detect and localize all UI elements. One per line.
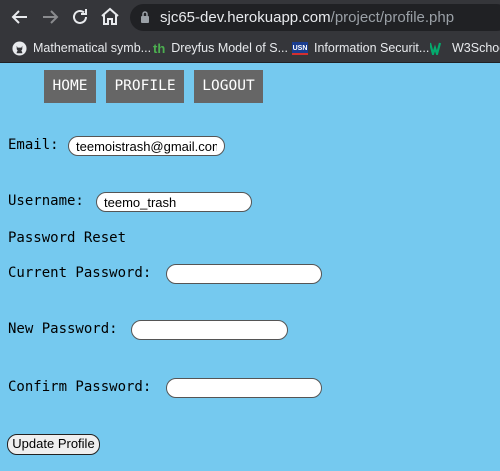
forward-arrow-icon[interactable]	[38, 5, 62, 29]
bookmark-label: Information Securit...	[314, 41, 430, 55]
github-icon	[12, 41, 27, 56]
bookmark-w3schools[interactable]: W3Schools	[430, 34, 500, 62]
back-arrow-icon[interactable]	[8, 5, 32, 29]
bookmark-label: Dreyfus Model of S...	[171, 41, 288, 55]
usn-icon: USN	[292, 42, 308, 56]
browser-toolbar: sjc65-dev.herokuapp.com/project/profile.…	[0, 0, 500, 34]
password-reset-heading: Password Reset	[8, 230, 127, 246]
bookmark-label: W3Schools	[452, 41, 500, 55]
current-password-field[interactable]	[166, 264, 322, 284]
nav-logout-link[interactable]: LOGOUT	[194, 70, 263, 103]
current-password-label: Current Password:	[8, 265, 152, 281]
home-icon[interactable]	[98, 5, 122, 29]
reload-icon[interactable]	[68, 5, 92, 29]
lock-icon	[141, 11, 149, 23]
nav-home-link[interactable]: HOME	[44, 70, 96, 103]
username-field[interactable]	[96, 192, 252, 212]
url-path: /project/profile.php	[330, 9, 455, 26]
confirm-password-label: Confirm Password:	[8, 379, 152, 395]
w3schools-icon	[430, 42, 442, 56]
username-label: Username:	[8, 193, 84, 209]
nav-profile-link[interactable]: PROFILE	[106, 70, 184, 103]
bookmark-information-security[interactable]: USN Information Securit...	[292, 34, 430, 62]
update-profile-button[interactable]: Update Profile	[7, 434, 100, 455]
bookmark-label: Mathematical symb...	[33, 41, 152, 55]
th-icon: th	[153, 41, 166, 57]
url-host: sjc65-dev.herokuapp.com	[160, 9, 331, 26]
new-password-field[interactable]	[131, 320, 288, 340]
bookmark-mathematical-symbols[interactable]: Mathematical symb...	[12, 34, 152, 62]
address-bar[interactable]: sjc65-dev.herokuapp.com/project/profile.…	[130, 4, 500, 31]
new-password-label: New Password:	[8, 321, 118, 337]
confirm-password-field[interactable]	[166, 378, 322, 398]
email-field[interactable]	[68, 136, 225, 156]
bookmarks-bar: Mathematical symb... th Dreyfus Model of …	[0, 34, 500, 63]
url-text: sjc65-dev.herokuapp.com/project/profile.…	[160, 4, 454, 31]
email-label: Email:	[8, 137, 59, 153]
bookmark-dreyfus-model[interactable]: th Dreyfus Model of S...	[153, 34, 288, 62]
